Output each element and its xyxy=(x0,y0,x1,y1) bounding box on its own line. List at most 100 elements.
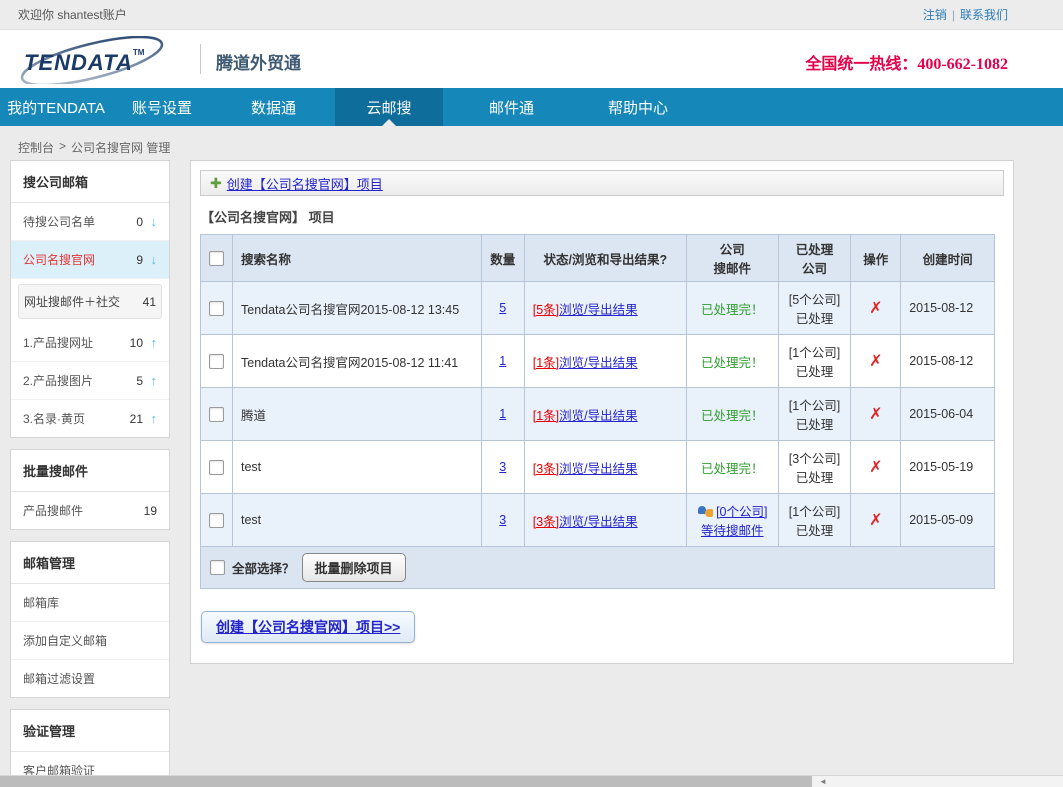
sidebar-item-count: 5 xyxy=(125,374,143,388)
plus-icon: ✚ xyxy=(210,175,222,192)
row-checkbox[interactable] xyxy=(209,460,224,475)
browse-export-link[interactable]: 浏览/导出结果 xyxy=(559,462,637,476)
quantity-link[interactable]: 1 xyxy=(499,407,506,421)
top-links: 注销 | 联系我们 xyxy=(923,6,1008,23)
sidebar-item-label: 添加自定义邮箱 xyxy=(23,632,157,649)
scrollbar-arrow-icon[interactable]: ◄ xyxy=(819,776,827,787)
table-row: Tendata公司名搜官网2015-08-12 13:45 5 [5条]浏览/导出结… xyxy=(201,282,995,335)
search-name-cell: Tendata公司名搜官网2015-08-12 13:45 xyxy=(233,282,482,335)
create-project-button[interactable]: 创建【公司名搜官网】项目>> xyxy=(201,611,415,643)
created-date-cell: 2015-08-12 xyxy=(901,335,995,388)
row-checkbox[interactable] xyxy=(209,301,224,316)
delete-icon[interactable]: ✗ xyxy=(869,512,882,529)
breadcrumb-home[interactable]: 控制台 xyxy=(18,139,54,156)
nav-item-我的TENDATA[interactable]: 我的TENDATA xyxy=(0,88,112,126)
browse-export-link[interactable]: 浏览/导出结果 xyxy=(559,356,637,370)
search-name-cell: Tendata公司名搜官网2015-08-12 11:41 xyxy=(233,335,482,388)
row-checkbox-cell xyxy=(201,441,233,494)
sidebar-item-2.产品搜图片[interactable]: 2.产品搜图片5↑ xyxy=(11,362,169,400)
header-checkbox[interactable] xyxy=(209,251,224,266)
nav-item-帮助中心[interactable]: 帮助中心 xyxy=(580,88,696,126)
status-done-text: 已处理完！ xyxy=(701,409,764,423)
email-status-cell: [0个公司] 等待搜邮件 xyxy=(686,494,778,547)
breadcrumb-separator: > xyxy=(59,139,66,156)
select-all-checkbox[interactable] xyxy=(210,560,225,575)
column-header: 数量 xyxy=(481,235,524,282)
result-count-link[interactable]: [1条] xyxy=(533,356,559,370)
hotline-text: 全国统一热线：400-662-1082 xyxy=(805,50,1008,74)
quantity-cell: 3 xyxy=(481,441,524,494)
column-header xyxy=(201,235,233,282)
sidebar-item-3.名录·黄页[interactable]: 3.名录·黄页21↑ xyxy=(11,400,169,437)
logout-link[interactable]: 注销 xyxy=(923,6,947,23)
row-checkbox[interactable] xyxy=(209,407,224,422)
sidebar-item-1.产品搜网址[interactable]: 1.产品搜网址10↑ xyxy=(11,324,169,362)
create-project-bar: ✚ 创建【公司名搜官网】项目 xyxy=(200,170,1004,196)
table-header-row: 搜索名称数量状态/浏览和导出结果?公司搜邮件已处理公司操作创建时间 xyxy=(201,235,995,282)
sidebar-item-邮箱库[interactable]: 邮箱库 xyxy=(11,584,169,622)
batch-delete-button[interactable]: 批量删除项目 xyxy=(302,553,406,582)
column-header-line: 创建时间 xyxy=(909,249,986,268)
select-all-label: 全部选择？ xyxy=(232,558,295,577)
company-count-link[interactable]: [0个公司] xyxy=(716,505,767,519)
quantity-link[interactable]: 5 xyxy=(499,301,506,315)
quantity-cell: 3 xyxy=(481,494,524,547)
scrollbar-thumb[interactable] xyxy=(0,776,812,787)
nav-item-账号设置[interactable]: 账号设置 xyxy=(112,88,212,126)
nav-item-云邮搜[interactable]: 云邮搜 xyxy=(335,88,443,126)
result-count-link[interactable]: [5条] xyxy=(533,303,559,317)
delete-icon[interactable]: ✗ xyxy=(869,353,882,370)
email-status-cell: 已处理完！ xyxy=(686,282,778,335)
processed-line: 已处理 xyxy=(787,467,843,486)
nav-item-邮件通[interactable]: 邮件通 xyxy=(443,88,580,126)
logo-trademark: TM xyxy=(133,48,145,57)
table-row: test3[3条]浏览/导出结果[0个公司]等待搜邮件[1个公司]已处理✗201… xyxy=(201,494,995,547)
browse-export-link[interactable]: 浏览/导出结果 xyxy=(559,303,637,317)
quantity-link[interactable]: 3 xyxy=(499,513,506,527)
email-status-cell: 已处理完！ xyxy=(686,335,778,388)
main-nav: 我的TENDATA账号设置数据通云邮搜 邮件通 帮助中心 xyxy=(0,88,1063,126)
table-row: test3[3条]浏览/导出结果已处理完！[3个公司]已处理✗2015-05-1… xyxy=(201,441,995,494)
result-count-link[interactable]: [3条] xyxy=(533,515,559,529)
browse-export-link[interactable]: 浏览/导出结果 xyxy=(559,409,637,423)
contact-us-link[interactable]: 联系我们 xyxy=(960,6,1008,23)
delete-icon[interactable]: ✗ xyxy=(869,406,882,423)
email-status-cell: 已处理完！ xyxy=(686,441,778,494)
sidebar-item-公司名搜官网[interactable]: 公司名搜官网9↓ xyxy=(11,241,169,279)
sidebar-item-label: 邮箱过滤设置 xyxy=(23,670,157,687)
processed-line: [1个公司] xyxy=(787,342,843,361)
nav-item-数据通[interactable]: 数据通 xyxy=(212,88,335,126)
breadcrumb: 控制台 > 公司名搜官网 管理 xyxy=(18,139,170,156)
waiting-search-link[interactable]: 等待搜邮件 xyxy=(701,524,764,538)
action-cell: ✗ xyxy=(851,494,901,547)
sidebar-item-网址搜邮件＋社交[interactable]: 网址搜邮件＋社交41 xyxy=(18,284,162,319)
result-count-link[interactable]: [1条] xyxy=(533,409,559,423)
create-project-link[interactable]: 创建【公司名搜官网】项目 xyxy=(227,174,383,193)
row-checkbox[interactable] xyxy=(209,513,224,528)
brand-name: 腾道外贸通 xyxy=(216,49,301,74)
breadcrumb-current: 公司名搜官网 管理 xyxy=(71,139,170,156)
column-header-line: 搜邮件 xyxy=(695,258,770,277)
result-count-link[interactable]: [3条] xyxy=(533,462,559,476)
sidebar-item-label: 产品搜邮件 xyxy=(23,502,139,519)
tendata-logo: TENDATATM xyxy=(14,36,194,84)
delete-icon[interactable]: ✗ xyxy=(869,300,882,317)
result-cell: [3条]浏览/导出结果 xyxy=(524,494,686,547)
sidebar-item-待搜公司名单[interactable]: 待搜公司名单0↓ xyxy=(11,203,169,241)
delete-icon[interactable]: ✗ xyxy=(869,459,882,476)
row-checkbox[interactable] xyxy=(209,354,224,369)
processed-line: 已处理 xyxy=(787,414,843,433)
browse-export-link[interactable]: 浏览/导出结果 xyxy=(559,515,637,529)
processed-line: 已处理 xyxy=(787,520,843,539)
column-header-line: 数量 xyxy=(490,249,516,268)
column-header: 操作 xyxy=(851,235,901,282)
sidebar-item-产品搜邮件[interactable]: 产品搜邮件19 xyxy=(11,492,169,529)
sidebar-item-添加自定义邮箱[interactable]: 添加自定义邮箱 xyxy=(11,622,169,660)
sidebar-item-邮箱过滤设置[interactable]: 邮箱过滤设置 xyxy=(11,660,169,697)
search-name-cell: test xyxy=(233,441,482,494)
search-name-cell: 腾道 xyxy=(233,388,482,441)
horizontal-scrollbar[interactable]: ◄ xyxy=(0,775,1063,787)
quantity-link[interactable]: 1 xyxy=(499,354,506,368)
nav-item-label: 邮件通 xyxy=(489,97,534,118)
quantity-link[interactable]: 3 xyxy=(499,460,506,474)
